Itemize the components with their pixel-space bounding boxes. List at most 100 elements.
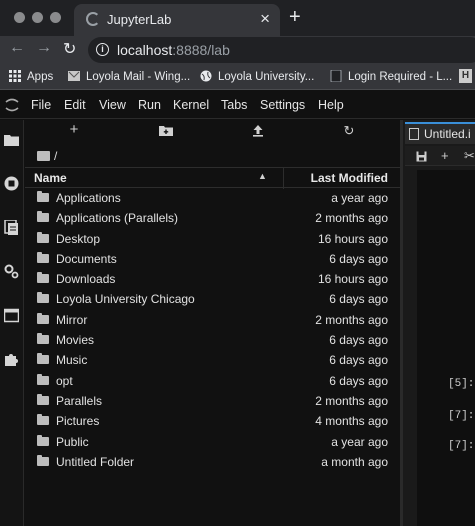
notebook-cells-area[interactable]: [5]: [7]: [7]:: [417, 170, 475, 526]
mail-icon: [68, 71, 80, 81]
notebook-panel: Untitled.i + ✂ [5]: [7]: [7]:: [403, 120, 475, 526]
file-row[interactable]: Pictures 4 months ago: [25, 411, 400, 431]
file-name: Loyola University Chicago: [56, 292, 195, 307]
running-kernels-icon[interactable]: [4, 176, 19, 191]
home-folder-icon[interactable]: [37, 151, 50, 161]
save-icon[interactable]: [416, 151, 427, 162]
file-row[interactable]: Applications (Parallels) 2 months ago: [25, 208, 400, 228]
file-row[interactable]: Music 6 days ago: [25, 350, 400, 370]
file-last-modified: 6 days ago: [329, 251, 388, 266]
file-row[interactable]: Parallels 2 months ago: [25, 391, 400, 411]
folder-icon: [37, 454, 49, 466]
file-row[interactable]: Downloads 16 hours ago: [25, 269, 400, 289]
address-bar[interactable]: i localhost:8888/lab: [88, 37, 475, 63]
breadcrumb-root[interactable]: /: [54, 149, 57, 163]
refresh-button[interactable]: ↻: [341, 123, 357, 139]
folder-icon: [37, 191, 49, 202]
bookmark-loyola-mail[interactable]: Loyola Mail - Wing...: [68, 70, 190, 83]
bookmark-login-required[interactable]: Login Required - L...: [330, 70, 452, 83]
new-launcher-button[interactable]: +: [66, 121, 82, 138]
back-button[interactable]: ←: [9, 39, 25, 57]
file-row[interactable]: Movies 6 days ago: [25, 330, 400, 350]
breadcrumb: /: [37, 149, 57, 163]
file-last-modified: 16 hours ago: [317, 231, 388, 246]
menu-run[interactable]: Run: [138, 98, 161, 112]
browser-tab-title: JupyterLab: [107, 12, 172, 27]
bookmark-apps[interactable]: Apps: [9, 70, 53, 83]
browser-toolbar: ← → ↻ i localhost:8888/lab: [0, 36, 475, 64]
file-last-modified: a year ago: [331, 191, 388, 205]
file-last-modified: 16 hours ago: [317, 272, 388, 287]
file-name: Downloads: [56, 272, 116, 287]
file-name: Desktop: [56, 231, 101, 246]
tab-untitled-notebook[interactable]: Untitled.i: [405, 122, 475, 144]
sort-ascending-icon[interactable]: ▲: [258, 171, 267, 181]
new-tab-button[interactable]: +: [289, 6, 301, 29]
file-name: Movies: [56, 333, 95, 348]
file-row[interactable]: Applications a year ago: [25, 188, 400, 208]
file-row[interactable]: Documents 6 days ago: [25, 249, 400, 269]
file-row[interactable]: Untitled Folder a month ago: [25, 452, 400, 472]
file-row[interactable]: Mirror 2 months ago: [25, 310, 400, 330]
jupyter-logo-icon: [5, 98, 19, 112]
menu-kernel[interactable]: Kernel: [173, 98, 209, 112]
folder-icon: [37, 231, 49, 243]
file-name: Public: [56, 434, 89, 449]
window-close-button[interactable]: [14, 12, 25, 23]
command-palette-icon[interactable]: [4, 220, 19, 235]
bookmark-loyola-university[interactable]: Loyola University...: [200, 70, 314, 83]
window-zoom-button[interactable]: [50, 12, 61, 23]
menu-settings[interactable]: Settings: [260, 98, 305, 112]
folder-icon: [37, 312, 49, 324]
extensions-icon[interactable]: [4, 352, 19, 367]
folder-icon[interactable]: [4, 132, 19, 147]
tab-close-button[interactable]: ×: [260, 9, 270, 29]
file-name: Untitled Folder: [56, 454, 135, 469]
file-last-modified: 2 months ago: [315, 312, 388, 327]
left-sidebar-rail: [0, 120, 24, 526]
menu-file[interactable]: File: [31, 98, 51, 112]
file-row[interactable]: Loyola University Chicago 6 days ago: [25, 289, 400, 309]
upload-icon[interactable]: [250, 124, 266, 137]
file-browser-panel: + ↻ / Name ▲ Last Modified Applications a…: [25, 120, 400, 526]
file-list-header: Name ▲ Last Modified: [25, 167, 400, 189]
tabs-icon[interactable]: [4, 308, 19, 323]
file-last-modified: 2 months ago: [315, 393, 388, 408]
forward-button[interactable]: →: [36, 39, 52, 57]
file-last-modified: 6 days ago: [329, 292, 388, 307]
url-text[interactable]: localhost:8888/lab: [117, 42, 230, 58]
window-minimize-button[interactable]: [32, 12, 43, 23]
globe-icon: [200, 70, 212, 82]
notebook-file-icon: [409, 128, 419, 140]
info-icon[interactable]: i: [96, 43, 109, 56]
column-divider[interactable]: [283, 168, 284, 189]
file-name: opt: [56, 373, 73, 388]
menu-edit[interactable]: Edit: [64, 98, 86, 112]
file-row[interactable]: opt 6 days ago: [25, 371, 400, 391]
folder-icon: [37, 434, 49, 446]
reload-button[interactable]: ↻: [63, 39, 76, 59]
file-row[interactable]: Public a year ago: [25, 432, 400, 452]
loading-icon: [86, 12, 100, 26]
file-name: Documents: [56, 251, 117, 266]
file-name: Mirror: [56, 312, 88, 327]
cell-prompt: [5]:: [448, 378, 475, 390]
file-browser-toolbar: + ↻: [25, 120, 400, 142]
menu-view[interactable]: View: [99, 98, 126, 112]
menu-help[interactable]: Help: [318, 98, 344, 112]
bookmark-label: Loyola University...: [218, 71, 315, 83]
folder-icon: [37, 353, 49, 365]
file-row[interactable]: Desktop 16 hours ago: [25, 229, 400, 249]
property-inspector-icon[interactable]: [4, 264, 19, 279]
file-list: Applications a year ago Applications (Para…: [25, 188, 400, 472]
column-header-last-modified[interactable]: Last Modified: [311, 171, 388, 185]
bookmark-overflow-icon[interactable]: H: [459, 69, 472, 83]
menu-tabs[interactable]: Tabs: [221, 98, 247, 112]
column-header-name[interactable]: Name: [34, 171, 67, 185]
cut-cell-button[interactable]: ✂: [464, 148, 475, 164]
notebook-tab-title: Untitled.i: [424, 127, 471, 141]
new-folder-icon[interactable]: [158, 124, 174, 137]
browser-tab[interactable]: JupyterLab ×: [74, 4, 280, 36]
insert-cell-button[interactable]: +: [441, 148, 449, 163]
file-name: Parallels: [56, 393, 103, 408]
